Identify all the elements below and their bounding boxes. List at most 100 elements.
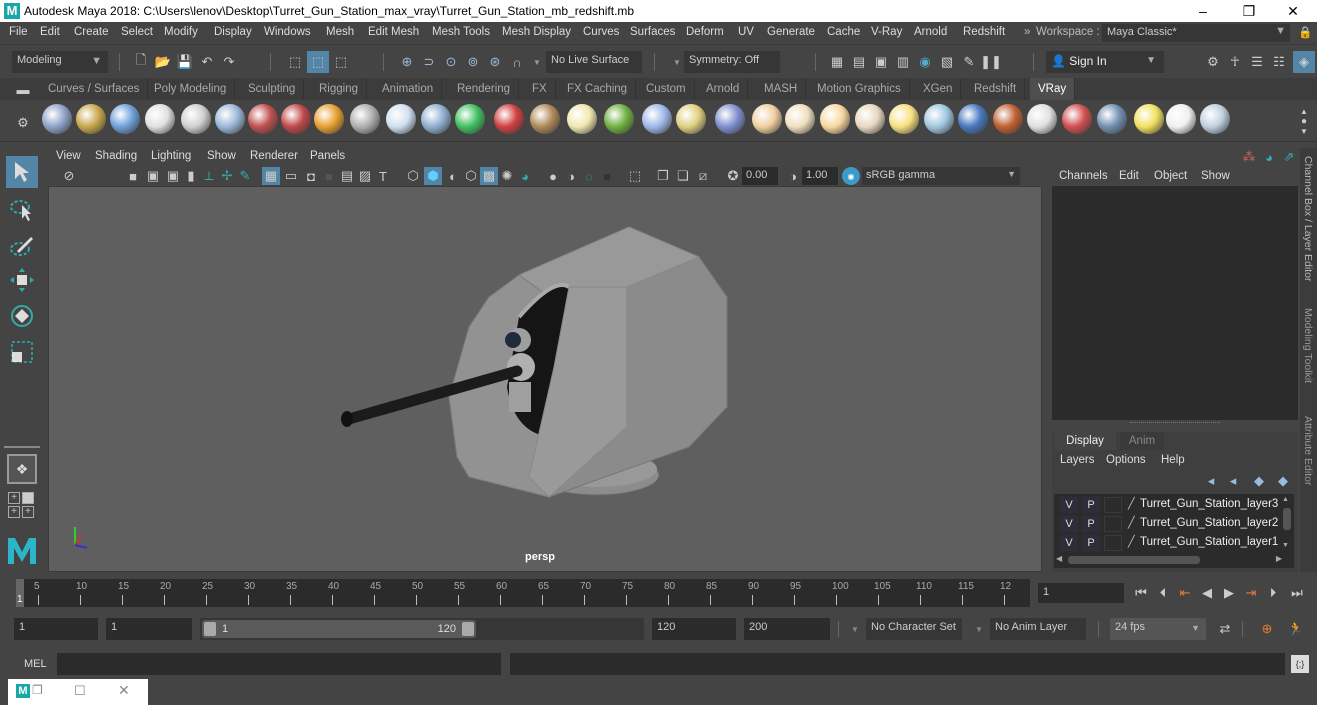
shelf-tab-fx[interactable]: FX: [524, 78, 556, 100]
chevron-down-icon[interactable]: ▼: [528, 53, 546, 71]
vray-render-icon[interactable]: [1062, 104, 1092, 134]
animation-preferences-icon[interactable]: 🏃: [1287, 620, 1305, 638]
panel-resize-handle[interactable]: [1130, 422, 1220, 424]
menu-deform[interactable]: Deform: [686, 26, 724, 38]
layer-display-type-toggle[interactable]: [1104, 535, 1122, 551]
live-surface-field[interactable]: No Live Surface: [546, 51, 642, 73]
gamma-input[interactable]: 1.00: [802, 167, 838, 185]
vp-menu-panels[interactable]: Panels: [310, 150, 345, 162]
menu-edit[interactable]: Edit: [40, 26, 60, 38]
move-tool-icon[interactable]: [6, 264, 38, 296]
2d-pan-zoom-icon[interactable]: ✢: [218, 167, 236, 185]
render-setup-icon[interactable]: ▧: [938, 53, 956, 71]
attribute-editor-tab-icon[interactable]: ⇗: [1280, 148, 1298, 166]
scale-tool-icon[interactable]: [6, 336, 38, 368]
field-chart-icon[interactable]: ▤: [338, 167, 356, 185]
menu-file[interactable]: File: [9, 26, 28, 38]
vray-mesh-light-icon[interactable]: [494, 104, 524, 134]
shelf-tab-animation[interactable]: Animation: [374, 78, 443, 100]
vray-blend-icon[interactable]: [281, 104, 311, 134]
move-layer-down-icon[interactable]: ◂: [1224, 472, 1242, 490]
vray-fur-icon[interactable]: [604, 104, 634, 134]
go-to-end-icon[interactable]: ⏭: [1288, 584, 1306, 602]
step-back-frame-icon[interactable]: ⏴: [1154, 584, 1172, 602]
resolution-gate-icon[interactable]: ◘: [302, 167, 320, 185]
menu-surfaces[interactable]: Surfaces: [630, 26, 675, 38]
select-hierarchy-icon[interactable]: ⬚: [286, 53, 304, 71]
lock-icon[interactable]: 🔒: [1298, 25, 1312, 39]
layer-row[interactable]: V P ╱ Turret_Gun_Station_layer2: [1060, 515, 1284, 533]
shelf-tab-custom[interactable]: Custom: [638, 78, 695, 100]
attribute-editor-icon[interactable]: ☰: [1248, 53, 1266, 71]
paint-select-tool-icon[interactable]: [6, 230, 38, 262]
move-layer-up-icon[interactable]: ◂: [1202, 472, 1220, 490]
auto-key-icon[interactable]: ⊕: [1258, 620, 1276, 638]
shelf-tab-mash[interactable]: MASH: [756, 78, 807, 100]
cb-menu-channels[interactable]: Channels: [1059, 170, 1108, 182]
light-editor-icon[interactable]: ✎: [960, 53, 978, 71]
script-editor-icon[interactable]: {;}: [1291, 655, 1309, 673]
side-tab-attribute-editor[interactable]: Attribute Editor: [1302, 416, 1314, 485]
show-manipulator-icon[interactable]: ❖: [7, 454, 37, 484]
shelf-tab-poly-modeling[interactable]: Poly Modeling: [146, 78, 236, 100]
menu-uv[interactable]: UV: [738, 26, 754, 38]
vray-settings-icon[interactable]: [110, 104, 140, 134]
image-plane-icon[interactable]: ⟂: [200, 167, 218, 185]
vray-dome-icon[interactable]: [715, 104, 745, 134]
vray-particles-icon[interactable]: [642, 104, 672, 134]
vray-curves-icon[interactable]: [676, 104, 706, 134]
animation-end-input[interactable]: 200: [744, 618, 830, 640]
snap-magnet-icon[interactable]: ∩: [508, 53, 526, 71]
shelf-tab-fx-caching[interactable]: FX Caching: [559, 78, 637, 100]
render-view-icon[interactable]: ▦: [828, 53, 846, 71]
vray-plane-icon[interactable]: [350, 104, 380, 134]
hypershade-icon[interactable]: ◉: [916, 53, 934, 71]
shelf-tab-arnold[interactable]: Arnold: [698, 78, 749, 100]
render-current-frame-icon[interactable]: ▤: [850, 53, 868, 71]
open-scene-icon[interactable]: 📂: [154, 53, 172, 71]
layer-visibility-toggle[interactable]: V: [1060, 516, 1078, 532]
camera-bookmarks-icon[interactable]: ▣: [164, 167, 182, 185]
vray-sun-icon[interactable]: [889, 104, 919, 134]
vray-texture-icon[interactable]: [530, 104, 560, 134]
cb-menu-edit[interactable]: Edit: [1119, 170, 1139, 182]
lock-camera-icon[interactable]: ▣: [144, 167, 162, 185]
vray-checker-icon[interactable]: [1027, 104, 1057, 134]
vp-menu-view[interactable]: View: [56, 150, 81, 162]
vray-vfb-icon[interactable]: [1097, 104, 1127, 134]
anim-layer-field[interactable]: No Anim Layer: [990, 618, 1086, 640]
layer-color-swatch-icon[interactable]: ╱: [1128, 516, 1135, 529]
film-gate-icon[interactable]: ▭: [282, 167, 300, 185]
menu-edit-mesh[interactable]: Edit Mesh: [368, 26, 419, 38]
wireframe-on-shaded-icon[interactable]: ⬡: [462, 167, 480, 185]
vp-menu-renderer[interactable]: Renderer: [250, 150, 298, 162]
new-layer-icon[interactable]: ◆: [1250, 472, 1268, 490]
shelf-tab-motion-graphics[interactable]: Motion Graphics: [809, 78, 910, 100]
layer-visibility-toggle[interactable]: V: [1060, 497, 1078, 513]
range-end-handle[interactable]: [462, 622, 474, 636]
snap-live-icon[interactable]: ⊛: [486, 53, 504, 71]
step-forward-frame-icon[interactable]: ⏵: [1264, 584, 1282, 602]
playback-start-input[interactable]: 1: [106, 618, 192, 640]
channel-box-icon[interactable]: ⁂: [1240, 148, 1258, 166]
new-scene-icon[interactable]: 🗋: [132, 52, 150, 71]
vray-omni-icon[interactable]: [820, 104, 850, 134]
render-settings-icon[interactable]: ▥: [894, 53, 912, 71]
view-transform-icon[interactable]: ◉: [842, 167, 860, 185]
minimize-button[interactable]: –: [1188, 2, 1218, 20]
layer-menu-layers[interactable]: Layers: [1060, 454, 1095, 466]
smooth-shade-icon[interactable]: ⬢: [424, 167, 442, 185]
safe-title-icon[interactable]: T: [374, 167, 392, 185]
menu-display[interactable]: Display: [214, 26, 252, 38]
layer-menu-help[interactable]: Help: [1161, 454, 1185, 466]
step-back-key-icon[interactable]: ⇤: [1176, 584, 1194, 602]
exposure-icon[interactable]: ✪: [724, 167, 742, 185]
vray-dome-light-icon[interactable]: [752, 104, 782, 134]
range-slider-track[interactable]: 1 120: [200, 618, 644, 640]
shelf-tab-sculpting[interactable]: Sculpting: [240, 78, 305, 100]
menu-curves[interactable]: Curves: [583, 26, 619, 38]
vray-fire-icon[interactable]: [314, 104, 344, 134]
vray-light-lister-icon[interactable]: [1134, 104, 1164, 134]
human-ik-icon[interactable]: ☥: [1226, 53, 1244, 71]
menu-arnold[interactable]: Arnold: [914, 26, 947, 38]
